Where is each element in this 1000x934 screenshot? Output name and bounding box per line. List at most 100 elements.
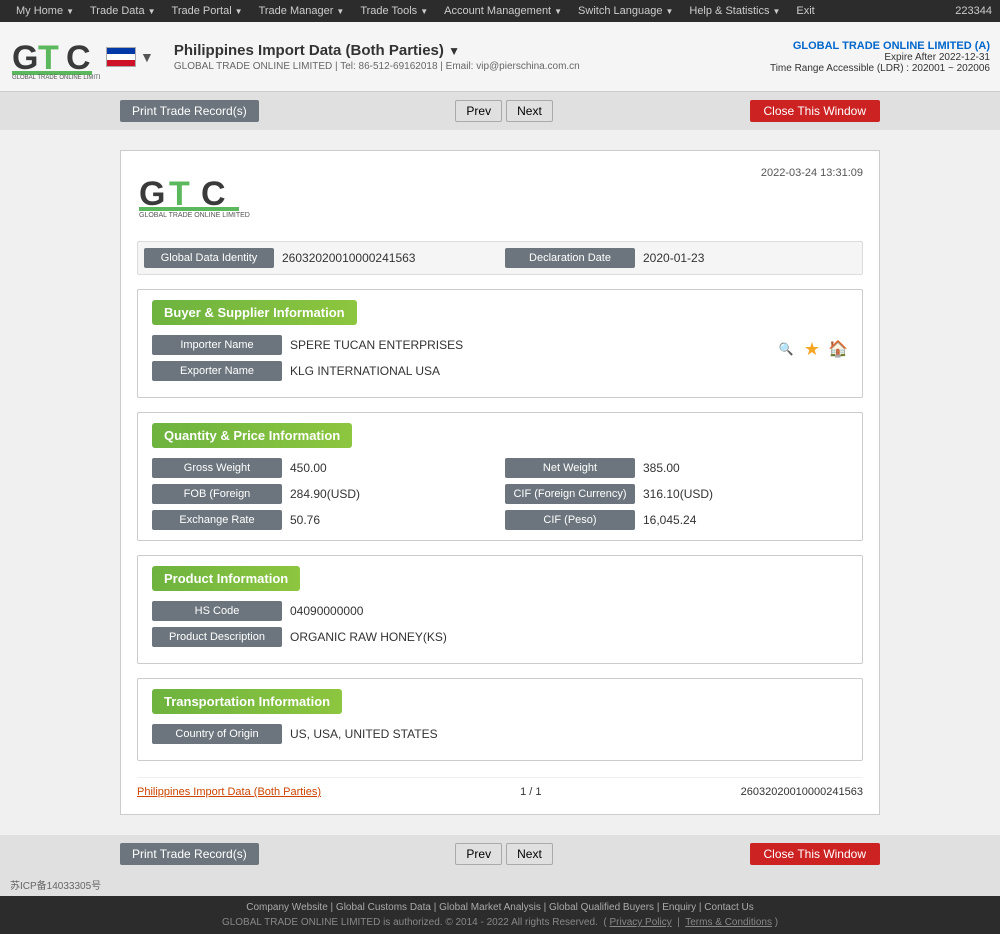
row-gross-net: Gross Weight 450.00 Net Weight 385.00 [152, 458, 848, 478]
next-button-bottom[interactable]: Next [506, 843, 553, 865]
close-button-bottom[interactable]: Close This Window [750, 843, 880, 865]
next-button-top[interactable]: Next [506, 100, 553, 122]
print-button-bottom[interactable]: Print Trade Record(s) [120, 843, 259, 865]
fob-value: 284.90(USD) [290, 487, 360, 501]
cif-peso-label: CIF (Peso) [505, 510, 635, 530]
nav-exit[interactable]: Exit [788, 0, 822, 22]
row-exchange-cif-peso: Exchange Rate 50.76 CIF (Peso) 16,045.24 [152, 510, 848, 530]
nav-trade-portal[interactable]: Trade Portal ▼ [164, 0, 251, 22]
exchange-rate-value: 50.76 [290, 513, 320, 527]
product-desc-label: Product Description [152, 627, 282, 647]
footer-link[interactable]: Philippines Import Data (Both Parties) [137, 786, 321, 798]
footer-link-customs[interactable]: Global Customs Data [336, 902, 431, 913]
gross-weight-value: 450.00 [290, 461, 327, 475]
exporter-row: Exporter Name KLG INTERNATIONAL USA [152, 361, 766, 381]
chevron-down-icon: ▼ [148, 7, 156, 16]
footer-link-company[interactable]: Company Website [246, 902, 328, 913]
prev-button-bottom[interactable]: Prev [455, 843, 502, 865]
buyer-supplier-header: Buyer & Supplier Information [152, 300, 848, 335]
chevron-down-icon: ▼ [336, 7, 344, 16]
header-subtitle: GLOBAL TRADE ONLINE LIMITED | Tel: 86-51… [174, 61, 760, 72]
card-datetime: 2022-03-24 13:31:09 [761, 167, 863, 179]
privacy-link[interactable]: Privacy Policy [609, 917, 671, 928]
card-footer: Philippines Import Data (Both Parties) 1… [137, 777, 863, 798]
nav-account-management[interactable]: Account Management ▼ [436, 0, 570, 22]
product-desc-value: ORGANIC RAW HONEY(KS) [290, 630, 447, 644]
close-button-top[interactable]: Close This Window [750, 100, 880, 122]
print-button-top[interactable]: Print Trade Record(s) [120, 100, 259, 122]
philippines-flag [106, 47, 136, 67]
bottom-bar: Company Website | Global Customs Data | … [0, 896, 1000, 934]
net-weight-value: 385.00 [643, 461, 680, 475]
product-desc-row: Product Description ORGANIC RAW HONEY(KS… [152, 627, 848, 647]
gross-weight-label: Gross Weight [152, 458, 282, 478]
exporter-label: Exporter Name [152, 361, 282, 381]
footer-link-contact[interactable]: Contact Us [704, 902, 753, 913]
expire-date: Expire After 2022-12-31 [770, 52, 990, 63]
chevron-down-icon: ▼ [235, 7, 243, 16]
footer-record-id: 26032020010000241563 [741, 786, 863, 798]
nav-trade-manager[interactable]: Trade Manager ▼ [251, 0, 353, 22]
nav-trade-tools[interactable]: Trade Tools ▼ [352, 0, 436, 22]
global-data-identity-label: Global Data Identity [144, 248, 274, 268]
bottom-toolbar: Print Trade Record(s) Prev Next Close Th… [0, 835, 1000, 873]
top-toolbar: Print Trade Record(s) Prev Next Close Th… [0, 92, 1000, 130]
nav-help-statistics[interactable]: Help & Statistics ▼ [681, 0, 788, 22]
nav-my-home[interactable]: My Home ▼ [8, 0, 82, 22]
chevron-down-icon: ▼ [554, 7, 562, 16]
footer-link-enquiry[interactable]: Enquiry [662, 902, 696, 913]
transportation-section: Transportation Information Country of Or… [137, 678, 863, 761]
title-dropdown[interactable]: ▼ [448, 44, 460, 58]
header-center: Philippines Import Data (Both Parties) ▼… [164, 42, 760, 72]
row-fob-cif: FOB (Foreign 284.90(USD) CIF (Foreign Cu… [152, 484, 848, 504]
nav-trade-data[interactable]: Trade Data ▼ [82, 0, 164, 22]
fob-label: FOB (Foreign [152, 484, 282, 504]
nav-switch-language[interactable]: Switch Language ▼ [570, 0, 681, 22]
footer-links: Company Website | Global Customs Data | … [0, 900, 1000, 915]
footer-copyright: GLOBAL TRADE ONLINE LIMITED is authorize… [0, 915, 1000, 930]
user-id: 223344 [955, 5, 992, 17]
flag-dropdown[interactable]: ▼ [140, 49, 154, 65]
global-data-identity-value: 26032020010000241563 [282, 251, 415, 265]
footer-link-market[interactable]: Global Market Analysis [439, 902, 541, 913]
page-title: Philippines Import Data (Both Parties) ▼ [174, 42, 760, 59]
time-range: Time Range Accessible (LDR) : 202001 ~ 2… [770, 63, 990, 74]
importer-row: Importer Name SPERE TUCAN ENTERPRISES [152, 335, 766, 355]
country-origin-value: US, USA, UNITED STATES [290, 727, 438, 741]
gtc-logo: G T C GLOBAL TRADE ONLINE LIMITED [10, 32, 100, 82]
buyer-supplier-title: Buyer & Supplier Information [152, 300, 357, 325]
chevron-down-icon: ▼ [772, 7, 780, 16]
prev-button-top[interactable]: Prev [455, 100, 502, 122]
quantity-price-header: Quantity & Price Information [152, 423, 848, 458]
card-logo: G T C GLOBAL TRADE ONLINE LIMITED [137, 167, 267, 225]
exchange-rate-label: Exchange Rate [152, 510, 282, 530]
svg-text:GLOBAL TRADE ONLINE LIMITED: GLOBAL TRADE ONLINE LIMITED [139, 212, 250, 219]
product-header: Product Information [152, 566, 848, 601]
logo-svg: G T C GLOBAL TRADE ONLINE LIMITED [10, 33, 100, 81]
hs-code-label: HS Code [152, 601, 282, 621]
action-icons: 🔍 ★ 🏠 [766, 335, 848, 359]
buyer-supplier-section: Buyer & Supplier Information Importer Na… [137, 289, 863, 398]
terms-link[interactable]: Terms & Conditions [685, 917, 772, 928]
hs-code-value: 04090000000 [290, 604, 363, 618]
quantity-price-section: Quantity & Price Information Gross Weigh… [137, 412, 863, 541]
cif-foreign-label: CIF (Foreign Currency) [505, 484, 635, 504]
main-card: G T C GLOBAL TRADE ONLINE LIMITED 2022-0… [120, 150, 880, 815]
transportation-title: Transportation Information [152, 689, 342, 714]
company-name: GLOBAL TRADE ONLINE LIMITED (A) [770, 40, 990, 52]
hs-code-row: HS Code 04090000000 [152, 601, 848, 621]
icp-number: 苏ICP备14033305号 [10, 881, 101, 892]
country-origin-row: Country of Origin US, USA, UNITED STATES [152, 724, 848, 744]
cif-foreign-value: 316.10(USD) [643, 487, 713, 501]
star-icon[interactable]: ★ [802, 339, 822, 359]
logo-area: G T C GLOBAL TRADE ONLINE LIMITED [10, 32, 154, 82]
chevron-down-icon: ▼ [66, 7, 74, 16]
header-right: GLOBAL TRADE ONLINE LIMITED (A) Expire A… [770, 40, 990, 74]
exporter-value: KLG INTERNATIONAL USA [290, 364, 440, 378]
footer-link-buyers[interactable]: Global Qualified Buyers [549, 902, 654, 913]
declaration-date-label: Declaration Date [505, 248, 635, 268]
home-icon[interactable]: 🏠 [828, 339, 848, 359]
chevron-down-icon: ▼ [665, 7, 673, 16]
search-icon[interactable]: 🔍 [776, 339, 796, 359]
svg-text:GLOBAL TRADE ONLINE LIMITED: GLOBAL TRADE ONLINE LIMITED [12, 75, 100, 81]
